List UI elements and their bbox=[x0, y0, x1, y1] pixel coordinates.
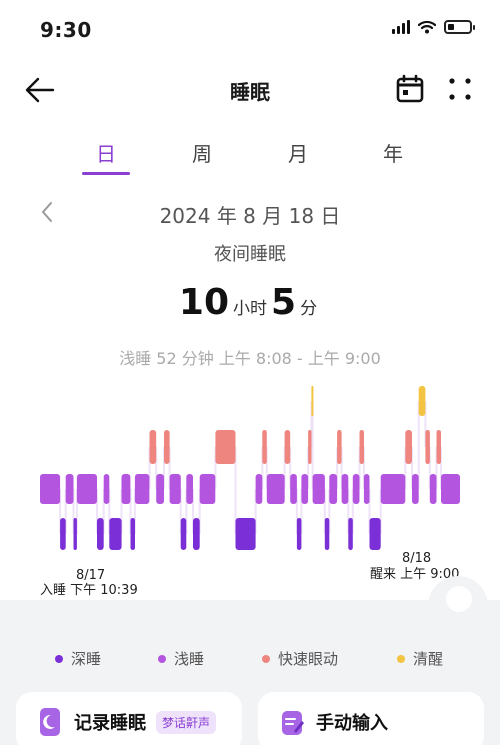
sleep-segment-light bbox=[363, 474, 370, 504]
sleep-segment-rem bbox=[405, 430, 412, 464]
legend-label-rem: 快速眼动 bbox=[278, 650, 339, 668]
calendar-icon[interactable] bbox=[394, 73, 426, 105]
battery-icon bbox=[444, 20, 475, 34]
legend-item-deep: 深睡 bbox=[55, 648, 101, 669]
legend-dot-awake bbox=[397, 654, 405, 663]
record-sleep-label: 记录睡眠 bbox=[74, 713, 146, 734]
sleep-segment-deep bbox=[97, 518, 104, 550]
sleep-segment-light bbox=[103, 474, 110, 504]
sleep-type: 夜间睡眠 bbox=[214, 244, 286, 265]
sleep-segment-rem bbox=[337, 430, 342, 464]
tab-month[interactable]: 月 bbox=[268, 138, 328, 167]
moon-phone-icon bbox=[40, 708, 60, 736]
sleep-segment-light bbox=[255, 474, 263, 504]
duration-hours: 10 bbox=[178, 282, 230, 323]
sleep-segment-light bbox=[169, 474, 181, 504]
period-tabs: 日 周 月 年 bbox=[0, 138, 500, 178]
sleep-segment-deep bbox=[369, 518, 381, 550]
sleep-segment-light bbox=[352, 474, 360, 504]
sleep-segment-deep bbox=[73, 518, 77, 550]
panel-handle[interactable] bbox=[446, 586, 472, 612]
manual-input-label: 手动输入 bbox=[316, 713, 388, 734]
more-dots-icon[interactable] bbox=[444, 73, 476, 105]
sleep-segment-rem bbox=[308, 430, 312, 464]
legend-dot-light bbox=[158, 654, 166, 663]
sleep-duration: 10 小时 5 分 bbox=[0, 282, 500, 323]
sleep-segment-rem bbox=[436, 430, 441, 464]
sleep-segment-rem bbox=[262, 430, 267, 464]
sleep-segment-light bbox=[186, 474, 193, 504]
sleep-segment-rem bbox=[164, 430, 170, 464]
duration-minutes: 5 bbox=[271, 282, 297, 323]
status-time: 9:30 bbox=[40, 18, 92, 42]
legend-label-light: 浅睡 bbox=[174, 650, 205, 668]
tab-day[interactable]: 日 bbox=[76, 138, 136, 167]
wifi-icon bbox=[418, 20, 436, 34]
sleep-segment-light bbox=[65, 474, 74, 504]
sleep-segment-rem bbox=[215, 430, 236, 464]
sleep-segment-light bbox=[40, 474, 61, 504]
sleep-segment-rem bbox=[284, 430, 291, 464]
sleep-segment-deep bbox=[348, 518, 353, 550]
start-label: 入睡 下午 10:39 bbox=[40, 583, 138, 598]
legend-dot-rem bbox=[262, 654, 270, 663]
record-sleep-button[interactable]: 记录睡眠 梦话鼾声 bbox=[16, 692, 242, 745]
sleep-segment-light bbox=[329, 474, 338, 504]
edit-note-icon bbox=[282, 711, 304, 735]
sleep-segment-deep bbox=[193, 518, 200, 550]
sleep-segment-rem bbox=[359, 430, 364, 464]
tab-week[interactable]: 周 bbox=[172, 138, 232, 167]
end-date: 8/18 bbox=[402, 551, 432, 566]
sleep-segment-light bbox=[312, 474, 325, 504]
start-date: 8/17 bbox=[76, 568, 106, 583]
legend-item-awake: 清醒 bbox=[397, 648, 443, 669]
sleep-segment-deep bbox=[130, 518, 135, 550]
sleep-segment-deep bbox=[324, 518, 330, 550]
sleep-segment-deep bbox=[235, 518, 256, 550]
sleep-segment-deep bbox=[109, 518, 122, 550]
sleep-segment-light bbox=[429, 474, 437, 504]
sleep-segment-light bbox=[301, 474, 309, 504]
tab-underline bbox=[82, 172, 130, 175]
stage-info: 浅睡 52 分钟 上午 8:08 - 上午 9:00 bbox=[119, 349, 381, 368]
legend-item-rem: 快速眼动 bbox=[262, 648, 338, 669]
sleep-segment-rem bbox=[149, 430, 157, 464]
sleep-segment-light bbox=[121, 474, 131, 504]
sleep-segment-awake bbox=[311, 386, 314, 416]
sleep-segment-light bbox=[341, 474, 349, 504]
sleep-segment-light bbox=[380, 474, 406, 504]
sleep-segment-light bbox=[199, 474, 216, 504]
sleep-segment-light bbox=[76, 474, 97, 504]
sleep-segment-deep bbox=[296, 518, 302, 550]
signal-icon bbox=[392, 20, 410, 34]
duration-hours-unit: 小时 bbox=[233, 299, 268, 319]
sleep-segment-rem bbox=[425, 430, 430, 464]
sleep-segment-deep bbox=[180, 518, 187, 550]
sleep-segment-light bbox=[441, 474, 460, 504]
duration-minutes-unit: 分 bbox=[300, 299, 318, 319]
sleep-segment-light bbox=[412, 474, 419, 504]
date-text: 2024 年 8 月 18 日 bbox=[159, 204, 341, 228]
manual-input-button[interactable]: 手动输入 bbox=[258, 692, 484, 745]
dream-talk-badge: 梦话鼾声 bbox=[156, 710, 217, 734]
sleep-segment-light bbox=[156, 474, 164, 504]
legend-label-awake: 清醒 bbox=[413, 650, 444, 668]
sleep-segment-deep bbox=[60, 518, 66, 550]
legend-dot-deep bbox=[55, 654, 63, 663]
legend: 深睡 浅睡 快速眼动 清醒 bbox=[0, 648, 500, 672]
tab-year[interactable]: 年 bbox=[363, 138, 423, 167]
sleep-segment-light bbox=[134, 474, 150, 504]
sleep-segment-light bbox=[266, 474, 285, 504]
sleep-segment-awake bbox=[418, 386, 426, 416]
legend-label-deep: 深睡 bbox=[71, 650, 102, 668]
status-icons bbox=[392, 20, 475, 34]
sleep-segment-light bbox=[290, 474, 297, 504]
legend-item-light: 浅睡 bbox=[158, 648, 204, 669]
